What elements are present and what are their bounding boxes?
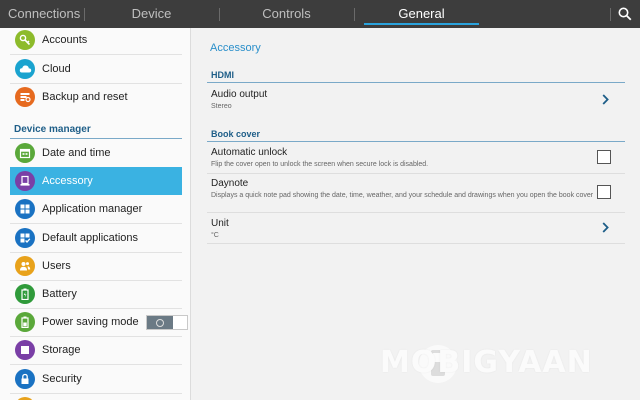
sidebar-item-backup-and-reset[interactable]: Backup and reset: [10, 83, 182, 111]
setting-title: Audio output: [211, 89, 268, 100]
sidebar-item-cloud[interactable]: Cloud: [10, 55, 182, 83]
search-icon: [618, 7, 632, 21]
setting-title: Automatic unlock: [211, 147, 288, 158]
setting-row-unit[interactable]: Unit °C: [207, 213, 625, 243]
tab-controls[interactable]: Controls: [219, 0, 354, 28]
setting-subtitle: °C: [211, 232, 219, 239]
setting-row-automatic-unlock[interactable]: Automatic unlock Flip the cover open to …: [207, 142, 625, 173]
setting-row-audio-output[interactable]: Audio output Stereo: [207, 83, 625, 115]
power-saving-icon: [15, 312, 35, 332]
setting-title: Unit: [211, 218, 229, 229]
backup-icon: [15, 87, 35, 107]
accessory-settings-panel: Accessory HDMI Audio output Stereo Book …: [191, 28, 640, 400]
sidebar-item-label: Power saving mode: [42, 316, 139, 328]
automatic-unlock-checkbox[interactable]: [597, 150, 611, 164]
sidebar-section-header: Device manager: [14, 124, 91, 135]
calendar-icon: [15, 143, 35, 163]
sidebar-item-date-and-time[interactable]: Date and time: [10, 139, 182, 167]
tab-general[interactable]: General: [354, 0, 489, 28]
divider: [10, 393, 182, 394]
setting-subtitle: Displays a quick note pad showing the da…: [211, 192, 594, 199]
sidebar-item-label: Application manager: [42, 203, 143, 215]
accessory-icon: [15, 171, 35, 191]
sidebar-item-label: Backup and reset: [42, 91, 128, 103]
default-apps-icon: [15, 228, 35, 248]
sidebar-item-label: Accounts: [42, 34, 88, 46]
sidebar-item-label: Battery: [42, 288, 77, 300]
sidebar-item-battery[interactable]: Battery: [10, 280, 182, 308]
section-header-book-cover: Book cover: [211, 129, 261, 139]
setting-subtitle: Stereo: [211, 103, 232, 110]
setting-subtitle: Flip the cover open to unlock the screen…: [211, 161, 429, 168]
storage-icon: [15, 340, 35, 360]
sidebar-item-storage[interactable]: Storage: [10, 336, 182, 364]
setting-title: Daynote: [211, 178, 249, 189]
search-button[interactable]: [610, 0, 640, 28]
toggle-knob: [147, 316, 173, 329]
sidebar-item-label: Date and time: [42, 147, 111, 159]
daynote-checkbox[interactable]: [597, 185, 611, 199]
apps-icon: [15, 199, 35, 219]
sidebar-item-accounts[interactable]: Accounts: [10, 28, 182, 54]
sidebar-item-label: Default applications: [42, 232, 139, 244]
sidebar-item-accessory[interactable]: Accessory: [10, 167, 182, 195]
sidebar-item-application-manager[interactable]: Application manager: [10, 195, 182, 223]
sidebar-item-power-saving-mode[interactable]: Power saving mode: [10, 308, 188, 336]
page-title: Accessory: [210, 42, 261, 54]
sidebar-item-label: Security: [42, 373, 82, 385]
tab-connections[interactable]: Connections: [0, 0, 84, 28]
top-tab-bar: Connections Device Controls General: [0, 0, 640, 28]
cloud-icon: [15, 59, 35, 79]
sidebar-item-label: Users: [42, 260, 71, 272]
key-icon: [15, 30, 35, 50]
divider: [207, 243, 625, 244]
setting-row-daynote[interactable]: Daynote Displays a quick note pad showin…: [207, 174, 625, 212]
battery-icon: [15, 284, 35, 304]
chevron-right-icon: [602, 94, 609, 105]
tab-device[interactable]: Device: [84, 0, 219, 28]
sidebar-item-label: Cloud: [42, 63, 71, 75]
chevron-right-icon: [602, 222, 609, 233]
settings-sidebar: Accounts Cloud Backup and reset Device m…: [0, 28, 191, 400]
sidebar-item-label: Storage: [42, 344, 81, 356]
sidebar-item-default-applications[interactable]: Default applications: [10, 224, 182, 252]
power-saving-toggle[interactable]: [146, 315, 188, 330]
sidebar-item-security[interactable]: Security: [10, 365, 182, 393]
sidebar-item-label: Accessory: [42, 175, 93, 187]
users-icon: [15, 256, 35, 276]
section-header-hdmi: HDMI: [211, 70, 234, 80]
lock-icon: [15, 369, 35, 389]
sidebar-item-users[interactable]: Users: [10, 252, 182, 280]
